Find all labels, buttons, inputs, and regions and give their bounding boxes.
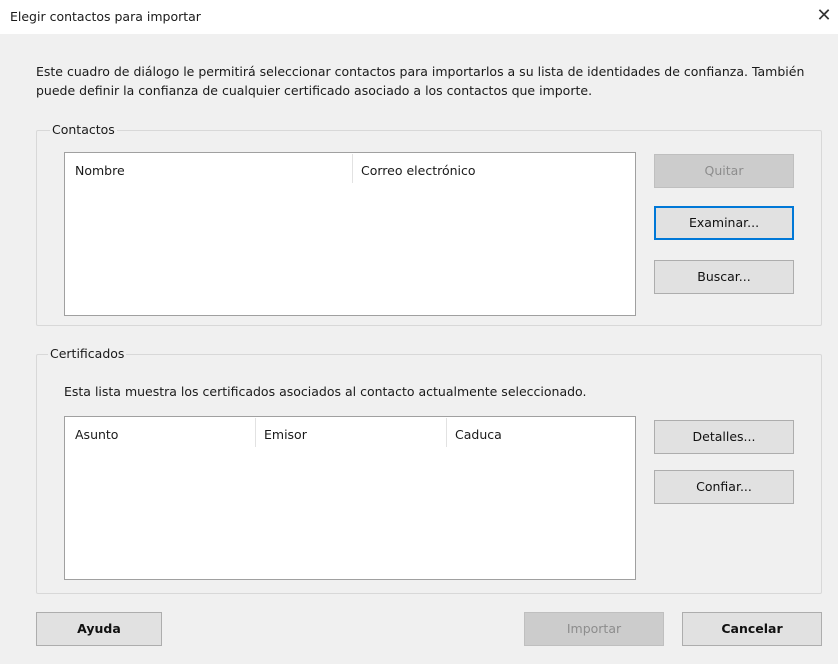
browse-button[interactable]: Examinar...: [654, 206, 794, 240]
search-button[interactable]: Buscar...: [654, 260, 794, 294]
certificates-list[interactable]: Asunto Emisor Caduca: [64, 416, 636, 580]
certificates-hint: Esta lista muestra los certificados asoc…: [64, 384, 587, 399]
column-header-subject[interactable]: Asunto: [75, 427, 118, 442]
window-title: Elegir contactos para importar: [10, 9, 201, 24]
column-separator[interactable]: [255, 418, 256, 447]
title-bar: Elegir contactos para importar ✕: [0, 0, 838, 34]
column-separator[interactable]: [446, 418, 447, 447]
column-header-expires[interactable]: Caduca: [455, 427, 502, 442]
contacts-group-label: Contactos: [50, 122, 117, 137]
intro-text: Este cuadro de diálogo le permitirá sele…: [36, 64, 805, 98]
help-button[interactable]: Ayuda: [36, 612, 162, 646]
remove-button[interactable]: Quitar: [654, 154, 794, 188]
close-icon[interactable]: ✕: [812, 4, 836, 28]
column-separator[interactable]: [352, 154, 353, 183]
details-button[interactable]: Detalles...: [654, 420, 794, 454]
trust-button[interactable]: Confiar...: [654, 470, 794, 504]
column-header-name[interactable]: Nombre: [75, 163, 125, 178]
import-button[interactable]: Importar: [524, 612, 664, 646]
cancel-button[interactable]: Cancelar: [682, 612, 822, 646]
contacts-list[interactable]: Nombre Correo electrónico: [64, 152, 636, 316]
column-header-issuer[interactable]: Emisor: [264, 427, 307, 442]
certificates-group-label: Certificados: [48, 346, 127, 361]
column-header-email[interactable]: Correo electrónico: [361, 163, 476, 178]
